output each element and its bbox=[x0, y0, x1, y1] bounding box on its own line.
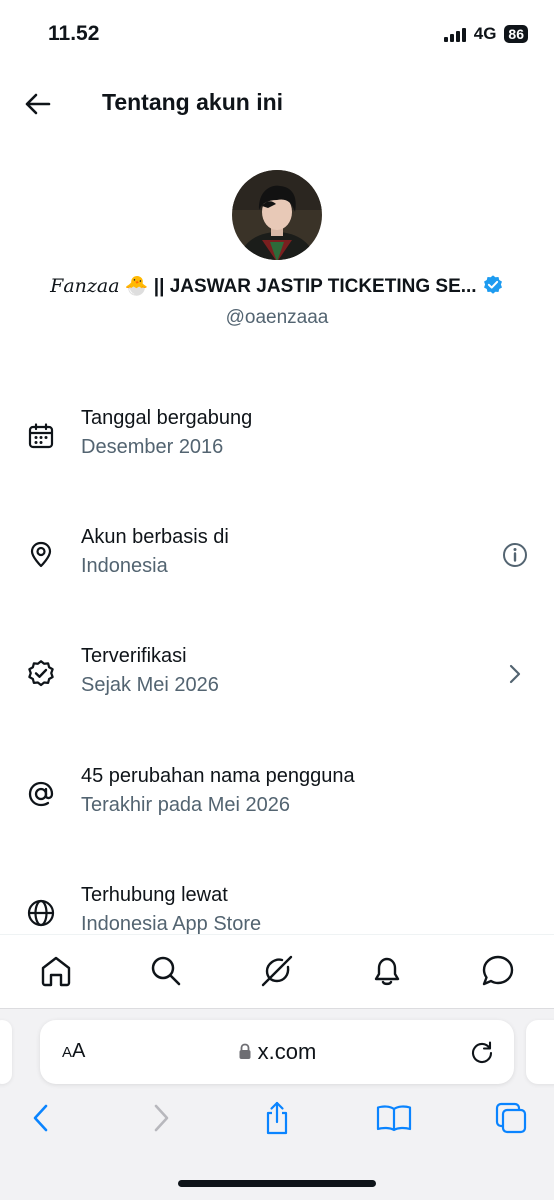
display-name: 𝐹𝑎𝑛𝑧𝑎𝑎 🐣 || JASWAR JASTIP TICKETING SE..… bbox=[0, 274, 554, 298]
detail-row-username-changes: 45 perubahan nama pengguna Terakhir pada… bbox=[0, 761, 554, 831]
bottom-navigation bbox=[0, 934, 554, 1009]
grok-icon[interactable] bbox=[259, 953, 295, 989]
detail-title: Akun berbasis di bbox=[81, 526, 229, 548]
detail-title: Terhubung lewat bbox=[81, 884, 228, 906]
browser-forward-icon[interactable] bbox=[141, 1098, 181, 1138]
bookmarks-icon[interactable] bbox=[374, 1098, 414, 1138]
search-icon[interactable] bbox=[148, 953, 184, 989]
detail-subtitle: Indonesia bbox=[81, 555, 168, 577]
status-time: 11.52 bbox=[48, 22, 100, 45]
page-title: Tentang akun ini bbox=[102, 89, 284, 115]
detail-row-joined: Tanggal bergabung Desember 2016 bbox=[0, 403, 554, 473]
chevron-right-icon bbox=[500, 659, 530, 689]
previous-tab-preview[interactable] bbox=[0, 1020, 12, 1084]
reload-icon[interactable] bbox=[466, 1036, 498, 1068]
username-handle: @oaenzaaa bbox=[225, 307, 329, 328]
share-icon[interactable] bbox=[257, 1098, 297, 1138]
detail-title: Terverifikasi bbox=[81, 645, 187, 667]
detail-subtitle: Terakhir pada Mei 2026 bbox=[81, 794, 291, 816]
next-tab-preview[interactable] bbox=[526, 1020, 554, 1084]
globe-icon bbox=[24, 896, 58, 930]
messages-icon[interactable] bbox=[480, 953, 516, 989]
url-text: x.com bbox=[257, 1039, 317, 1064]
calendar-icon bbox=[24, 419, 58, 453]
display-name-text: || JASWAR JASTIP TICKETING SE... bbox=[153, 276, 477, 297]
location-pin-icon bbox=[24, 538, 58, 572]
home-indicator bbox=[178, 1180, 376, 1187]
url-display[interactable]: x.com bbox=[40, 1039, 514, 1065]
home-icon[interactable] bbox=[38, 953, 74, 989]
detail-subtitle: Sejak Mei 2026 bbox=[81, 674, 219, 696]
detail-row-connected-via: Terhubung lewat Indonesia App Store bbox=[0, 880, 554, 934]
info-icon[interactable] bbox=[500, 540, 530, 570]
detail-row-based-in: Akun berbasis di Indonesia bbox=[0, 522, 554, 592]
address-bar[interactable]: AA x.com bbox=[40, 1020, 514, 1084]
lock-icon bbox=[239, 1043, 251, 1059]
verified-badge-icon bbox=[24, 657, 58, 691]
detail-title: Tanggal bergabung bbox=[81, 407, 253, 429]
network-type: 4G bbox=[473, 24, 497, 43]
verified-badge-icon bbox=[483, 275, 502, 294]
detail-row-verified[interactable]: Terverifikasi Sejak Mei 2026 bbox=[0, 641, 554, 711]
signal-strength-icon bbox=[443, 26, 466, 42]
detail-subtitle: Indonesia App Store bbox=[81, 913, 262, 934]
detail-title: 45 perubahan nama pengguna bbox=[81, 765, 355, 787]
profile-photo bbox=[232, 170, 322, 260]
tabs-icon[interactable] bbox=[491, 1098, 531, 1138]
display-name-script: 𝐹𝑎𝑛𝑧𝑎𝑎 bbox=[50, 275, 120, 297]
at-sign-icon bbox=[24, 777, 58, 811]
back-button[interactable] bbox=[22, 88, 54, 120]
avatar[interactable] bbox=[232, 170, 322, 260]
arrow-left-icon bbox=[25, 93, 51, 115]
status-indicators: 4G 86 bbox=[443, 24, 528, 44]
browser-back-icon[interactable] bbox=[21, 1098, 61, 1138]
chick-emoji: 🐣 bbox=[124, 276, 149, 297]
detail-subtitle: Desember 2016 bbox=[81, 436, 224, 458]
notifications-bell-icon[interactable] bbox=[369, 953, 405, 989]
battery-level: 86 bbox=[504, 25, 528, 43]
